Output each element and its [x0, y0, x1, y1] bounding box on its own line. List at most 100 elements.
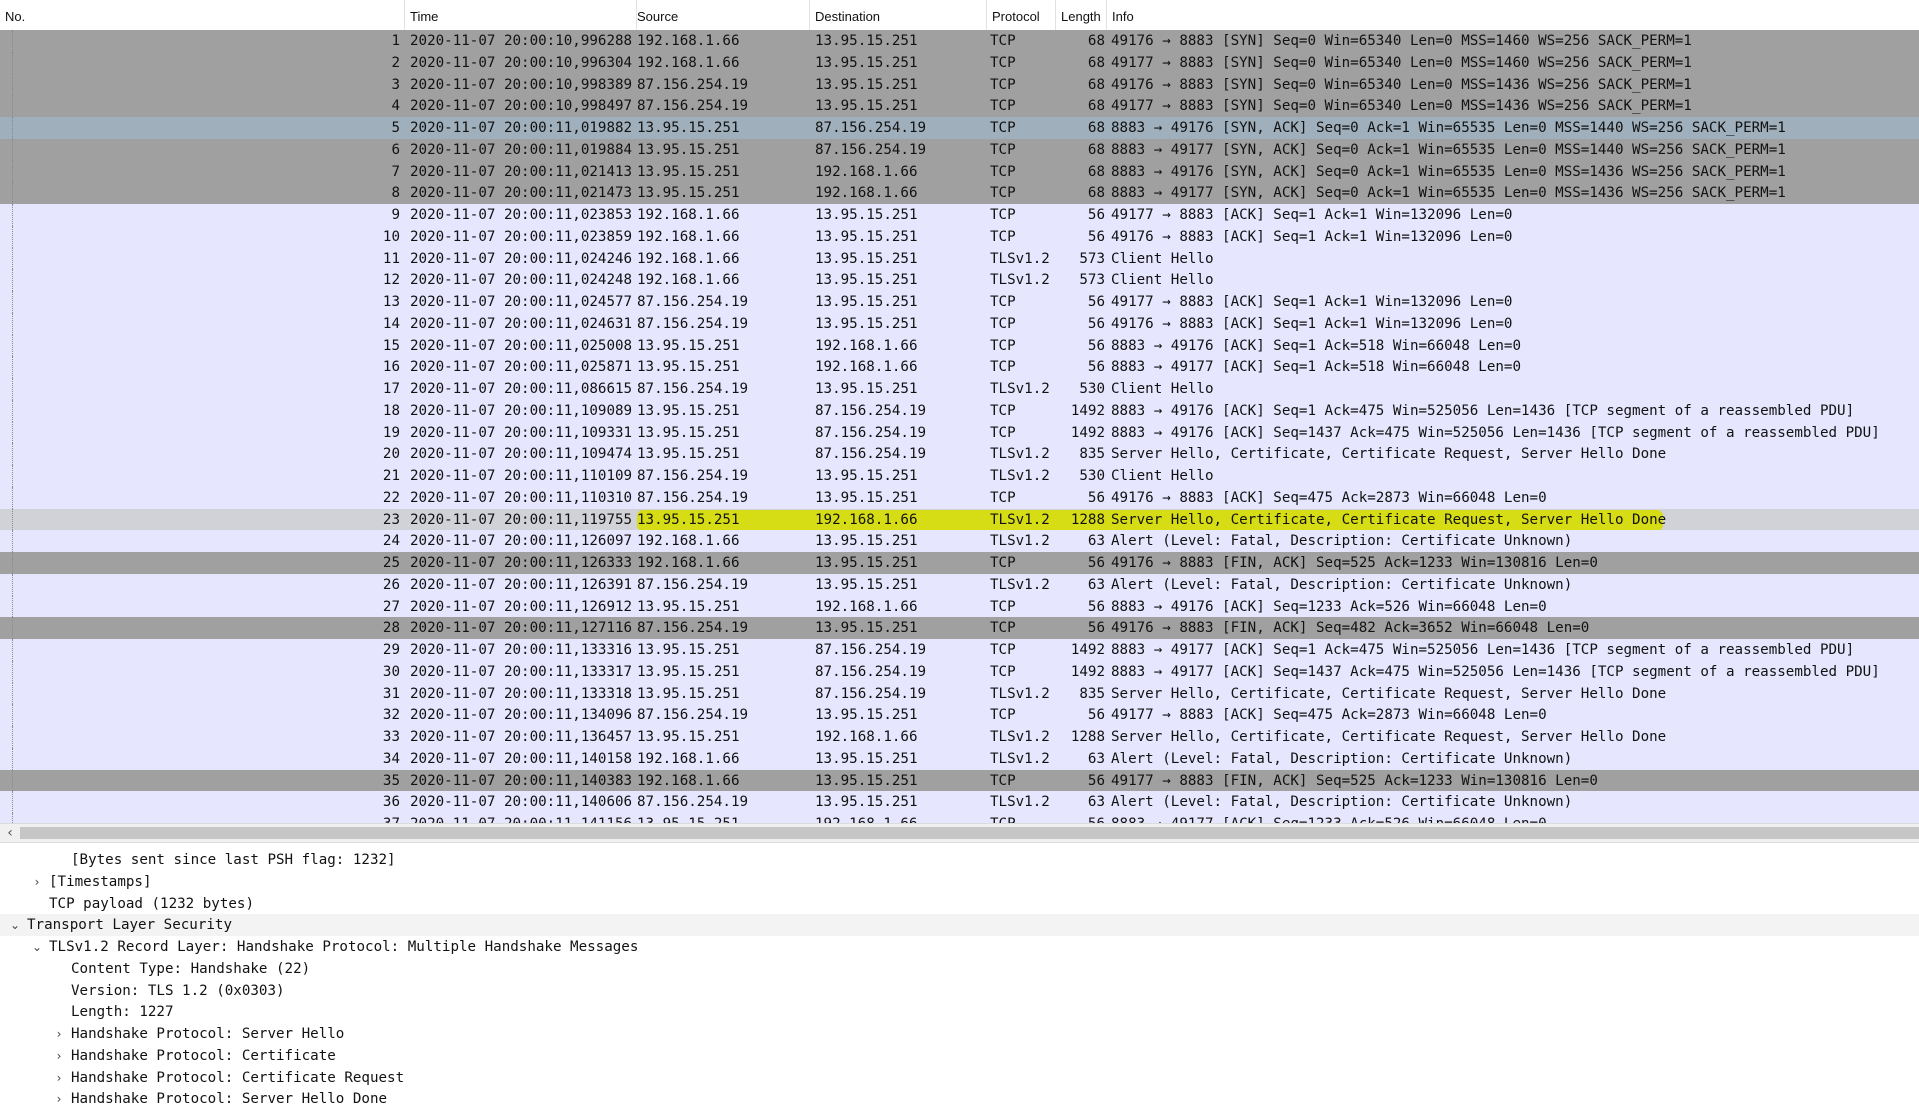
- packet-row[interactable]: 17 2020-11-07 20:00:11,086615 87.156.254.1…: [0, 378, 1919, 400]
- cell-source: 192.168.1.66: [637, 772, 740, 789]
- packet-row[interactable]: 10 2020-11-07 20:00:11,023859 192.168.1.66…: [0, 225, 1919, 248]
- cell-info: Server Hello, Certificate, Certificate R…: [1111, 511, 1667, 528]
- cell-length: 1492: [1070, 642, 1105, 658]
- cell-time: 2020-11-07 20:00:11,024246: [410, 250, 633, 267]
- detail-tree-item[interactable]: › [Timestamps]: [0, 871, 1919, 893]
- detail-tree-item[interactable]: › Handshake Protocol: Certificate: [0, 1045, 1919, 1067]
- cell-length: 835: [1079, 685, 1105, 702]
- cell-source: 13.95.15.251: [637, 642, 740, 658]
- detail-tree-item[interactable]: ⌄ Transport Layer Security: [0, 914, 1919, 936]
- packet-row[interactable]: 29 2020-11-07 20:00:11,133316 13.95.15.251…: [0, 639, 1919, 661]
- collapse-arrow-icon[interactable]: ›: [52, 1067, 66, 1089]
- packet-row[interactable]: 6 2020-11-07 20:00:11,019884 13.95.15.251 8…: [0, 138, 1919, 161]
- cell-length: 56: [1087, 337, 1105, 354]
- packet-row[interactable]: 23 2020-11-07 20:00:11,119755 13.95.15.251…: [0, 508, 1919, 531]
- packet-row[interactable]: 25 2020-11-07 20:00:11,126333 192.168.1.66…: [0, 552, 1919, 574]
- cell-protocol: TLSv1.2: [990, 533, 1050, 550]
- detail-tree-item[interactable]: › Handshake Protocol: Server Hello: [0, 1023, 1919, 1045]
- packet-row[interactable]: 26 2020-11-07 20:00:11,126391 87.156.254.1…: [0, 573, 1919, 596]
- detail-tree-item[interactable]: Content Type: Handshake (22): [0, 958, 1919, 980]
- column-header-length[interactable]: Length: [1056, 0, 1107, 30]
- collapse-arrow-icon[interactable]: ›: [52, 1088, 66, 1110]
- scroll-left-icon[interactable]: ‹: [2, 824, 18, 842]
- cell-length: 1492: [1070, 424, 1105, 441]
- packet-row[interactable]: 37 2020-11-07 20:00:11,141156 13.95.15.251…: [0, 813, 1919, 823]
- detail-tree-item[interactable]: TCP payload (1232 bytes): [0, 893, 1919, 915]
- packet-list: No. Time Source Destination Protocol Len…: [0, 0, 1919, 843]
- detail-tree-item[interactable]: › Handshake Protocol: Server Hello Done: [0, 1088, 1919, 1110]
- packet-row[interactable]: 16 2020-11-07 20:00:11,025871 13.95.15.251…: [0, 356, 1919, 378]
- packet-rows: 1 2020-11-07 20:00:10,996288 192.168.1.66 1…: [0, 30, 1919, 823]
- packet-row[interactable]: 5 2020-11-07 20:00:11,019882 13.95.15.251 8…: [0, 117, 1919, 139]
- packet-row[interactable]: 1 2020-11-07 20:00:10,996288 192.168.1.66 1…: [0, 30, 1919, 52]
- column-header-protocol[interactable]: Protocol: [987, 0, 1056, 30]
- packet-row[interactable]: 28 2020-11-07 20:00:11,127116 87.156.254.1…: [0, 617, 1919, 639]
- cell-no: 20: [382, 446, 400, 463]
- detail-tree-item[interactable]: Version: TLS 1.2 (0x0303): [0, 980, 1919, 1002]
- column-header-destination[interactable]: Destination: [810, 0, 987, 30]
- scrollbar-thumb[interactable]: [20, 827, 1919, 839]
- collapse-arrow-icon[interactable]: ›: [52, 1023, 66, 1045]
- packet-row[interactable]: 32 2020-11-07 20:00:11,134096 87.156.254.1…: [0, 704, 1919, 726]
- packet-row[interactable]: 15 2020-11-07 20:00:11,025008 13.95.15.251…: [0, 334, 1919, 357]
- packet-row[interactable]: 18 2020-11-07 20:00:11,109089 13.95.15.251…: [0, 399, 1919, 422]
- packet-row[interactable]: 22 2020-11-07 20:00:11,110310 87.156.254.1…: [0, 486, 1919, 509]
- collapse-arrow-icon[interactable]: ›: [52, 1045, 66, 1067]
- column-header-source[interactable]: Source: [632, 0, 810, 30]
- cell-no: 5: [391, 120, 400, 136]
- packet-row[interactable]: 11 2020-11-07 20:00:11,024246 192.168.1.66…: [0, 247, 1919, 270]
- packet-row[interactable]: 14 2020-11-07 20:00:11,024631 87.156.254.1…: [0, 312, 1919, 335]
- detail-tree-item[interactable]: ⌄ TLSv1.2 Record Layer: Handshake Protoco…: [0, 936, 1919, 958]
- packet-row[interactable]: 2 2020-11-07 20:00:10,996304 192.168.1.66 1…: [0, 51, 1919, 74]
- expand-arrow-icon[interactable]: ⌄: [8, 914, 22, 936]
- packet-row[interactable]: 30 2020-11-07 20:00:11,133317 13.95.15.251…: [0, 660, 1919, 683]
- packet-row[interactable]: 9 2020-11-07 20:00:11,023853 192.168.1.66 1…: [0, 204, 1919, 226]
- cell-length: 56: [1087, 598, 1105, 615]
- column-header-time[interactable]: Time: [405, 0, 637, 30]
- packet-row[interactable]: 31 2020-11-07 20:00:11,133318 13.95.15.251…: [0, 682, 1919, 705]
- packet-row[interactable]: 35 2020-11-07 20:00:11,140383 192.168.1.66…: [0, 769, 1919, 792]
- cell-info: Client Hello: [1111, 381, 1214, 397]
- detail-tree-item[interactable]: Length: 1227: [0, 1001, 1919, 1023]
- packet-row[interactable]: 20 2020-11-07 20:00:11,109474 13.95.15.251…: [0, 443, 1919, 465]
- cell-destination: 13.95.15.251: [815, 207, 918, 223]
- packet-row[interactable]: 19 2020-11-07 20:00:11,109331 13.95.15.251…: [0, 421, 1919, 444]
- cell-no: 21: [382, 468, 400, 484]
- cell-protocol: TCP: [990, 620, 1016, 637]
- column-header-info[interactable]: Info: [1107, 0, 1919, 30]
- horizontal-scrollbar[interactable]: ‹: [0, 823, 1919, 843]
- cell-no: 34: [382, 750, 400, 767]
- cell-no: 7: [391, 163, 400, 180]
- packet-row[interactable]: 8 2020-11-07 20:00:11,021473 13.95.15.251 1…: [0, 182, 1919, 204]
- packet-row[interactable]: 21 2020-11-07 20:00:11,110109 87.156.254.1…: [0, 465, 1919, 487]
- cell-protocol: TCP: [990, 555, 1016, 571]
- cell-time: 2020-11-07 20:00:11,109089: [410, 402, 633, 419]
- detail-tree-item[interactable]: [Bytes sent since last PSH flag: 1232]: [0, 849, 1919, 871]
- cell-time: 2020-11-07 20:00:11,019882: [410, 120, 633, 136]
- cell-info: Server Hello, Certificate, Certificate R…: [1111, 446, 1667, 463]
- cell-no: 22: [382, 489, 400, 506]
- packet-row[interactable]: 34 2020-11-07 20:00:11,140158 192.168.1.66…: [0, 747, 1919, 770]
- cell-no: 25: [382, 555, 400, 571]
- cell-protocol: TLSv1.2: [990, 576, 1050, 593]
- cell-length: 56: [1087, 555, 1105, 571]
- cell-length: 63: [1087, 576, 1105, 593]
- packet-row[interactable]: 4 2020-11-07 20:00:10,998497 87.156.254.19…: [0, 95, 1919, 117]
- packet-row[interactable]: 13 2020-11-07 20:00:11,024577 87.156.254.1…: [0, 291, 1919, 313]
- detail-tree-item[interactable]: › Handshake Protocol: Certificate Request: [0, 1067, 1919, 1089]
- column-header-no[interactable]: No.: [0, 0, 405, 30]
- packet-row[interactable]: 33 2020-11-07 20:00:11,136457 13.95.15.251…: [0, 726, 1919, 748]
- collapse-arrow-icon[interactable]: ›: [30, 871, 44, 893]
- cell-destination: 192.168.1.66: [815, 598, 918, 615]
- cell-info: Alert (Level: Fatal, Description: Certif…: [1111, 750, 1573, 767]
- cell-protocol: TCP: [990, 772, 1016, 789]
- cell-destination: 192.168.1.66: [815, 511, 918, 528]
- packet-row[interactable]: 24 2020-11-07 20:00:11,126097 192.168.1.66…: [0, 530, 1919, 552]
- packet-row[interactable]: 36 2020-11-07 20:00:11,140606 87.156.254.1…: [0, 791, 1919, 813]
- packet-row[interactable]: 27 2020-11-07 20:00:11,126912 13.95.15.251…: [0, 595, 1919, 618]
- packet-row[interactable]: 3 2020-11-07 20:00:10,998389 87.156.254.19…: [0, 73, 1919, 96]
- packet-row[interactable]: 12 2020-11-07 20:00:11,024248 192.168.1.66…: [0, 269, 1919, 291]
- cell-info: 8883 → 49176 [ACK] Seq=1437 Ack=475 Win=…: [1111, 424, 1880, 441]
- packet-row[interactable]: 7 2020-11-07 20:00:11,021413 13.95.15.251 1…: [0, 160, 1919, 183]
- expand-arrow-icon[interactable]: ⌄: [30, 936, 44, 958]
